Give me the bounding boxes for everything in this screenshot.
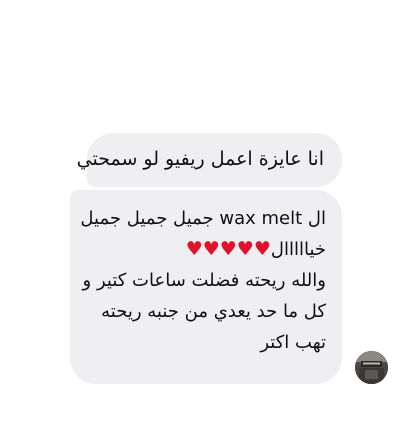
heart-emoji-icon: ♥♥♥♥♥ xyxy=(185,238,271,260)
profile-photo-icon xyxy=(355,351,388,384)
message-text: انا عايزة اعمل ريفيو لو سمحتي xyxy=(76,148,324,170)
message-bubble-first[interactable]: انا عايزة اعمل ريفيو لو سمحتي xyxy=(76,133,342,187)
message-line-5: تهب اكتر xyxy=(260,332,326,353)
sender-avatar[interactable] xyxy=(355,351,388,384)
chat-screen: انا عايزة اعمل ريفيو لو سمحتي ال wax mel… xyxy=(0,0,400,439)
message-line-2-text: خيااااال xyxy=(270,239,326,260)
message-line-2: خيااااال♥♥♥♥♥ xyxy=(82,234,326,265)
message-bubble-second[interactable]: ال wax melt جميل جميل جميل خيااااال♥♥♥♥♥… xyxy=(70,190,342,384)
message-line-1: ال wax melt جميل جميل جميل xyxy=(80,208,326,229)
message-line-4: كل ما حد يعدي من جنبه ريحته xyxy=(101,301,326,322)
message-line-3: والله ريحته فضلت ساعات كتير و xyxy=(82,270,326,291)
